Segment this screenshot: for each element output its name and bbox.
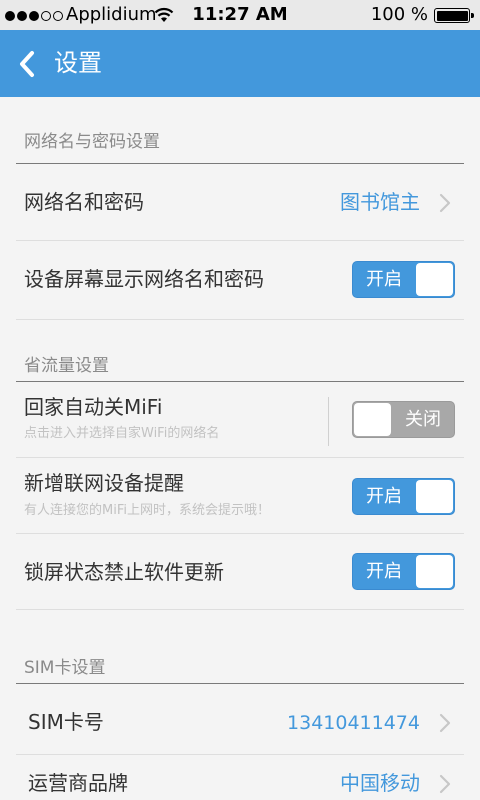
new-device-subtitle: 有人连接您的MiFi上网时，系统会提示哦！: [24, 503, 270, 518]
battery-icon: [434, 8, 474, 23]
show-on-screen-toggle[interactable]: 开启: [352, 261, 455, 298]
sim-number-row[interactable]: SIM卡号 13410411474: [16, 684, 464, 755]
settings-screen: Applidium 11:27 AM 100 % 设置 网络名与密码设置 网络名…: [0, 0, 480, 800]
toggle-knob: [416, 555, 453, 588]
section-header-sim: SIM卡设置: [16, 656, 464, 684]
page-title: 设置: [54, 49, 102, 77]
section-header-data-saving: 省流量设置: [16, 354, 464, 382]
ssid-row[interactable]: 网络名和密码 图书馆主: [16, 164, 464, 241]
auto-off-row[interactable]: 回家自动关MiFi 点击进入并选择自家WiFi的网络名 关闭: [16, 382, 464, 458]
auto-off-toggle[interactable]: 关闭: [352, 401, 455, 438]
nav-bar: 设置: [0, 30, 480, 97]
chevron-right-icon: [439, 774, 451, 794]
toggle-knob: [354, 403, 391, 436]
carrier-label: 运营商品牌: [28, 771, 128, 795]
carrier-value: 中国移动: [340, 771, 420, 795]
ssid-value: 图书馆主: [340, 190, 420, 214]
auto-off-label: 回家自动关MiFi: [24, 395, 163, 419]
new-device-label: 新增联网设备提醒: [24, 471, 184, 495]
new-device-row: 新增联网设备提醒 有人连接您的MiFi上网时，系统会提示哦！ 开启: [16, 458, 464, 534]
show-on-screen-label: 设备屏幕显示网络名和密码: [24, 267, 264, 291]
battery-percent: 100 %: [370, 4, 428, 25]
ssid-label: 网络名和密码: [24, 190, 144, 214]
toggle-label: 开启: [366, 561, 402, 582]
carrier-row[interactable]: 运营商品牌 中国移动: [16, 755, 464, 800]
toggle-label: 关闭: [405, 409, 441, 430]
auto-off-subtitle: 点击进入并选择自家WiFi的网络名: [24, 426, 220, 441]
lock-update-label: 锁屏状态禁止软件更新: [24, 560, 224, 584]
chevron-left-icon[interactable]: [14, 48, 42, 80]
section-header-wifi: 网络名与密码设置: [16, 128, 464, 164]
lock-update-row: 锁屏状态禁止软件更新 开启: [16, 534, 464, 610]
show-on-screen-row: 设备屏幕显示网络名和密码 开启: [16, 241, 464, 320]
new-device-toggle[interactable]: 开启: [352, 478, 455, 515]
sim-number-label: SIM卡号: [28, 710, 104, 734]
toggle-label: 开启: [366, 269, 402, 290]
toggle-knob: [416, 480, 453, 513]
lock-update-toggle[interactable]: 开启: [352, 553, 455, 590]
toggle-knob: [416, 263, 453, 296]
chevron-right-icon: [439, 193, 451, 213]
status-bar: Applidium 11:27 AM 100 %: [0, 0, 480, 30]
sim-number-value: 13410411474: [287, 712, 420, 734]
toggle-label: 开启: [366, 486, 402, 507]
row-divider: [328, 397, 329, 446]
chevron-right-icon: [439, 713, 451, 733]
